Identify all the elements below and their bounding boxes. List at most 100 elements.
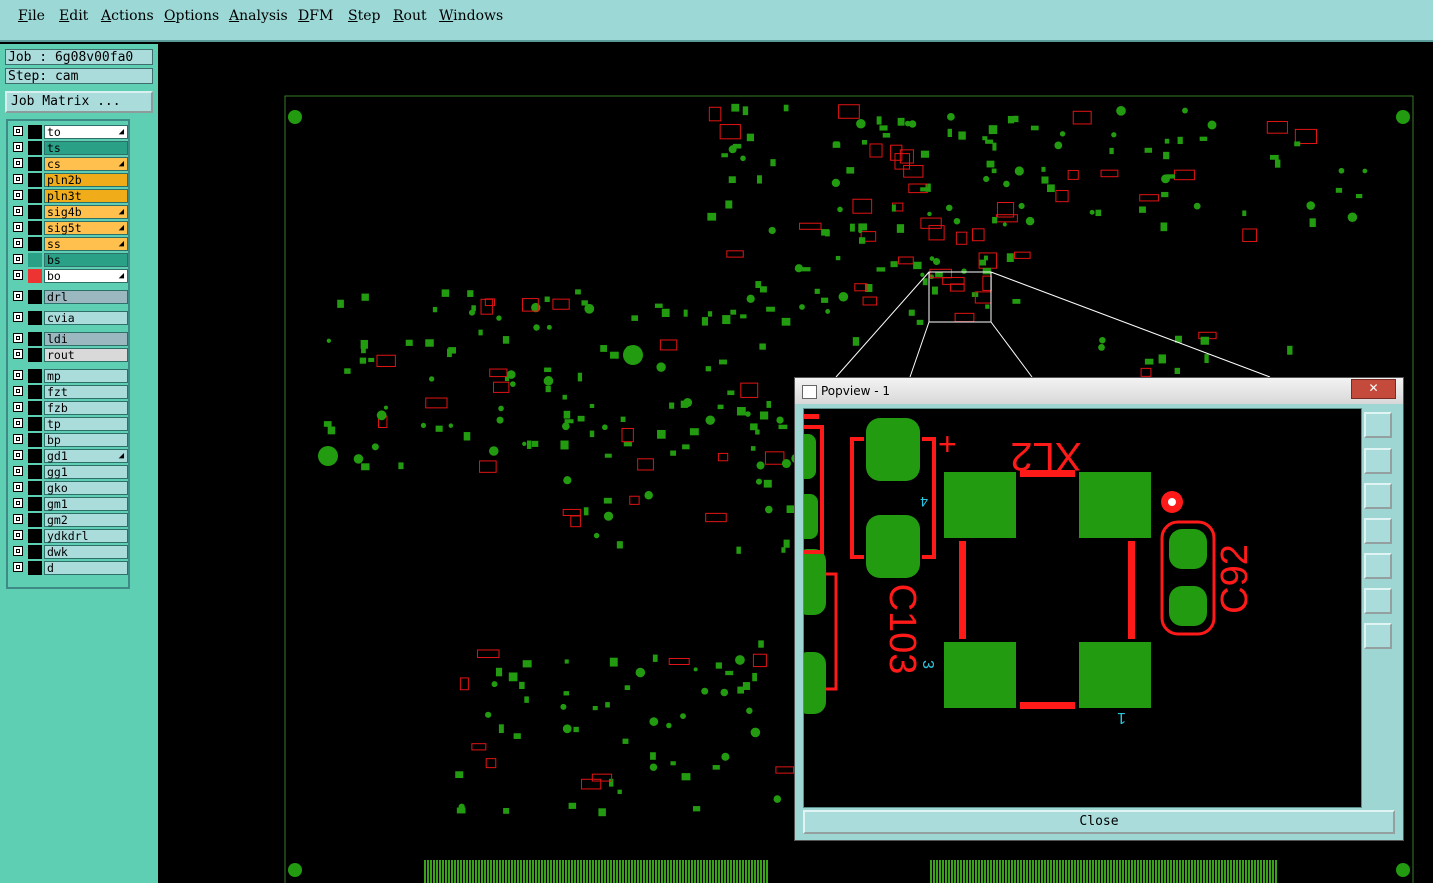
pan-right-icon[interactable] [1364,553,1392,579]
layer-checkbox[interactable] [13,482,23,492]
layer-checkbox[interactable] [13,450,23,460]
layer-checkbox[interactable] [13,370,23,380]
layer-checkbox[interactable] [13,418,23,428]
layer-row-ss[interactable]: ss ◢ [10,237,128,251]
layer-row-pln2b[interactable]: pln2b [10,173,128,187]
layer-color-swatch[interactable] [28,465,42,479]
layer-color-swatch[interactable] [28,401,42,415]
layer-row-sig5t[interactable]: sig5t ◢ [10,221,128,235]
layer-color-swatch[interactable] [28,157,42,171]
layer-row-d[interactable]: d [10,561,128,575]
menu-edit[interactable]: Edit [59,8,88,24]
layer-color-swatch[interactable] [28,417,42,431]
layer-name[interactable]: drl [44,290,128,304]
layer-checkbox[interactable] [13,514,23,524]
layer-color-swatch[interactable] [28,290,42,304]
layer-name[interactable]: pln3t [44,189,128,203]
layer-name[interactable]: fzt [44,385,128,399]
layer-name[interactable]: mp [44,369,128,383]
layer-color-swatch[interactable] [28,369,42,383]
layer-color-swatch[interactable] [28,529,42,543]
layer-name[interactable]: ss ◢ [44,237,128,251]
layer-row-gm2[interactable]: gm2 [10,513,128,527]
layer-row-ldi[interactable]: ldi [10,332,128,346]
layer-name[interactable]: ydkdrl [44,529,128,543]
layer-row-tp[interactable]: tp [10,417,128,431]
menu-options[interactable]: Options [164,8,219,24]
popview-titlebar[interactable]: Popview - 1 ✕ [795,378,1403,404]
close-button[interactable]: Close [803,810,1395,834]
layer-color-swatch[interactable] [28,348,42,362]
layer-name[interactable]: dwk [44,545,128,559]
menu-actions[interactable]: Actions [101,8,154,24]
menu-windows[interactable]: Windows [439,8,503,24]
layer-row-ydkdrl[interactable]: ydkdrl [10,529,128,543]
layer-name[interactable]: ts [44,141,128,155]
layer-checkbox[interactable] [13,270,23,280]
job-matrix-button[interactable]: Job Matrix ... [5,91,153,113]
layer-checkbox[interactable] [13,498,23,508]
layer-checkbox[interactable] [13,312,23,322]
layer-color-swatch[interactable] [28,189,42,203]
menu-rout[interactable]: Rout [393,8,427,24]
layer-row-gm1[interactable]: gm1 [10,497,128,511]
layer-row-drl[interactable]: drl [10,290,128,304]
menu-step[interactable]: Step [348,8,380,24]
layer-row-sig4b[interactable]: sig4b ◢ [10,205,128,219]
layer-color-swatch[interactable] [28,141,42,155]
layer-row-bs[interactable]: bs [10,253,128,267]
layer-color-swatch[interactable] [28,481,42,495]
layer-row-gd1[interactable]: gd1 ◢ [10,449,128,463]
layer-checkbox[interactable] [13,222,23,232]
layer-name[interactable]: ldi [44,332,128,346]
layer-name[interactable]: rout [44,348,128,362]
layer-checkbox[interactable] [13,402,23,412]
layer-checkbox[interactable] [13,333,23,343]
layer-name[interactable]: cvia [44,311,128,325]
layer-name[interactable]: bp [44,433,128,447]
layer-color-swatch[interactable] [28,497,42,511]
layer-row-cvia[interactable]: cvia [10,311,128,325]
layer-checkbox[interactable] [13,254,23,264]
layer-color-swatch[interactable] [28,253,42,267]
layer-row-gko[interactable]: gko [10,481,128,495]
popview-canvas[interactable]: + 4 XL2 3 1 C103 C92 [803,408,1362,808]
layer-row-cs[interactable]: cs ◢ [10,157,128,171]
layer-name[interactable]: gm1 [44,497,128,511]
layer-color-swatch[interactable] [28,221,42,235]
layer-name[interactable]: gm2 [44,513,128,527]
layer-checkbox[interactable] [13,206,23,216]
layer-name[interactable]: to ◢ [44,125,128,139]
pan-up-icon[interactable] [1364,448,1392,474]
layer-checkbox[interactable] [13,530,23,540]
layer-row-bo[interactable]: bo ◢ [10,269,128,283]
layer-checkbox[interactable] [13,386,23,396]
menu-dfm[interactable]: DFM [298,8,333,24]
work-layer-arrow-icon[interactable] [28,269,42,283]
zoom-fit-icon[interactable] [1364,412,1392,438]
layer-checkbox[interactable] [13,142,23,152]
layer-color-swatch[interactable] [28,311,42,325]
layer-row-ts[interactable]: ts [10,141,128,155]
layer-row-mp[interactable]: mp [10,369,128,383]
layer-checkbox[interactable] [13,174,23,184]
zoom-out-icon[interactable] [1364,588,1392,614]
layer-name[interactable]: sig4b ◢ [44,205,128,219]
layer-name[interactable]: d [44,561,128,575]
layer-checkbox[interactable] [13,349,23,359]
menu-analysis[interactable]: Analysis [229,8,288,24]
layer-color-swatch[interactable] [28,237,42,251]
layer-color-swatch[interactable] [28,385,42,399]
zoom-in-icon[interactable] [1364,623,1392,649]
layer-color-swatch[interactable] [28,433,42,447]
menu-file[interactable]: File [18,8,45,24]
layer-name[interactable]: gd1 ◢ [44,449,128,463]
layer-color-swatch[interactable] [28,449,42,463]
layer-color-swatch[interactable] [28,545,42,559]
layer-row-bp[interactable]: bp [10,433,128,447]
layer-row-to[interactable]: to ◢ [10,125,128,139]
layer-name[interactable]: fzb [44,401,128,415]
layer-name[interactable]: cs ◢ [44,157,128,171]
layer-row-gg1[interactable]: gg1 [10,465,128,479]
layer-checkbox[interactable] [13,466,23,476]
